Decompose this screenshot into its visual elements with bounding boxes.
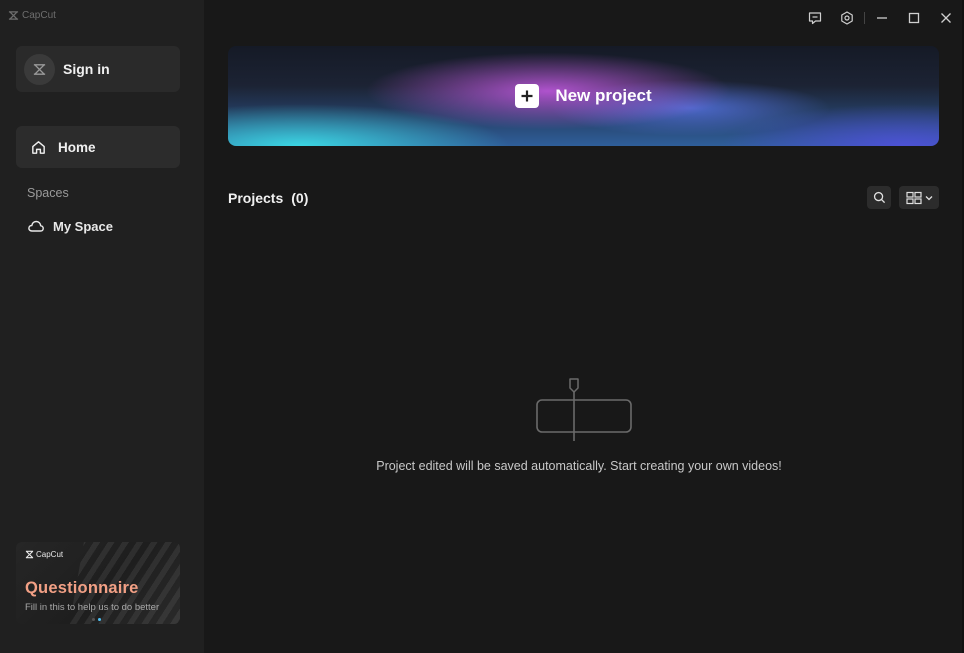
search-icon [873, 191, 885, 204]
promo-subtitle: Fill in this to help us to do better [25, 602, 160, 613]
capcut-logo-icon [25, 550, 34, 559]
projects-count: (0) [291, 190, 309, 206]
sidebar-item-my-space[interactable]: My Space [16, 212, 180, 240]
search-projects-button[interactable] [867, 186, 891, 209]
empty-state-message-row: Project edited will be saved automatical… [0, 459, 964, 473]
banner-content: New project [228, 46, 939, 146]
carousel-dot-active[interactable] [98, 618, 101, 621]
sidebar-item-label: My Space [53, 218, 113, 234]
projects-heading: Projects (0) [228, 190, 308, 206]
capcut-app-window: CapCut Sign in Home Spaces My Space CapC… [0, 0, 964, 653]
sign-in-button[interactable]: Sign in [16, 46, 180, 92]
avatar [24, 53, 55, 85]
plus-glyph-icon [521, 90, 533, 102]
maximize-icon [908, 12, 920, 24]
plus-icon [515, 84, 540, 108]
sidebar-item-label: Home [58, 139, 96, 155]
capcut-logo-icon [8, 11, 19, 20]
titlebar-divider [864, 12, 865, 24]
sign-in-label: Sign in [63, 61, 110, 77]
carousel-dots [92, 618, 101, 621]
spaces-heading: Spaces [27, 186, 69, 200]
empty-state-message: Project edited will be saved automatical… [376, 459, 782, 473]
questionnaire-promo-card[interactable]: CapCut Questionnaire Fill in this to hel… [16, 542, 180, 624]
new-project-banner-button[interactable]: New project [228, 46, 939, 146]
home-icon [32, 140, 45, 154]
close-icon [941, 13, 951, 23]
close-button[interactable] [937, 9, 955, 27]
feedback-icon [808, 12, 822, 25]
view-mode-dropdown[interactable] [899, 186, 939, 209]
settings-button[interactable] [838, 9, 856, 27]
promo-title: Questionnaire [25, 579, 139, 597]
settings-icon [841, 11, 853, 25]
minimize-icon [877, 17, 887, 19]
app-brand-name: CapCut [22, 10, 56, 21]
promo-brand: CapCut [25, 550, 63, 559]
feedback-button[interactable] [806, 9, 824, 27]
sidebar-item-home[interactable]: Home [16, 126, 180, 168]
promo-brand-name: CapCut [36, 550, 64, 559]
carousel-dot[interactable] [92, 618, 95, 621]
grid-view-icon [905, 191, 922, 204]
minimize-button[interactable] [873, 9, 891, 27]
app-brand: CapCut [8, 10, 56, 21]
new-project-label: New project [555, 86, 652, 105]
projects-title: Projects [228, 190, 284, 206]
cloud-icon [28, 220, 44, 232]
sidebar: CapCut Sign in Home Spaces My Space CapC… [0, 0, 204, 653]
chevron-down-icon [925, 195, 932, 200]
maximize-button[interactable] [905, 9, 923, 27]
empty-timeline-illustration [536, 378, 632, 441]
capcut-logo-icon [33, 63, 46, 75]
